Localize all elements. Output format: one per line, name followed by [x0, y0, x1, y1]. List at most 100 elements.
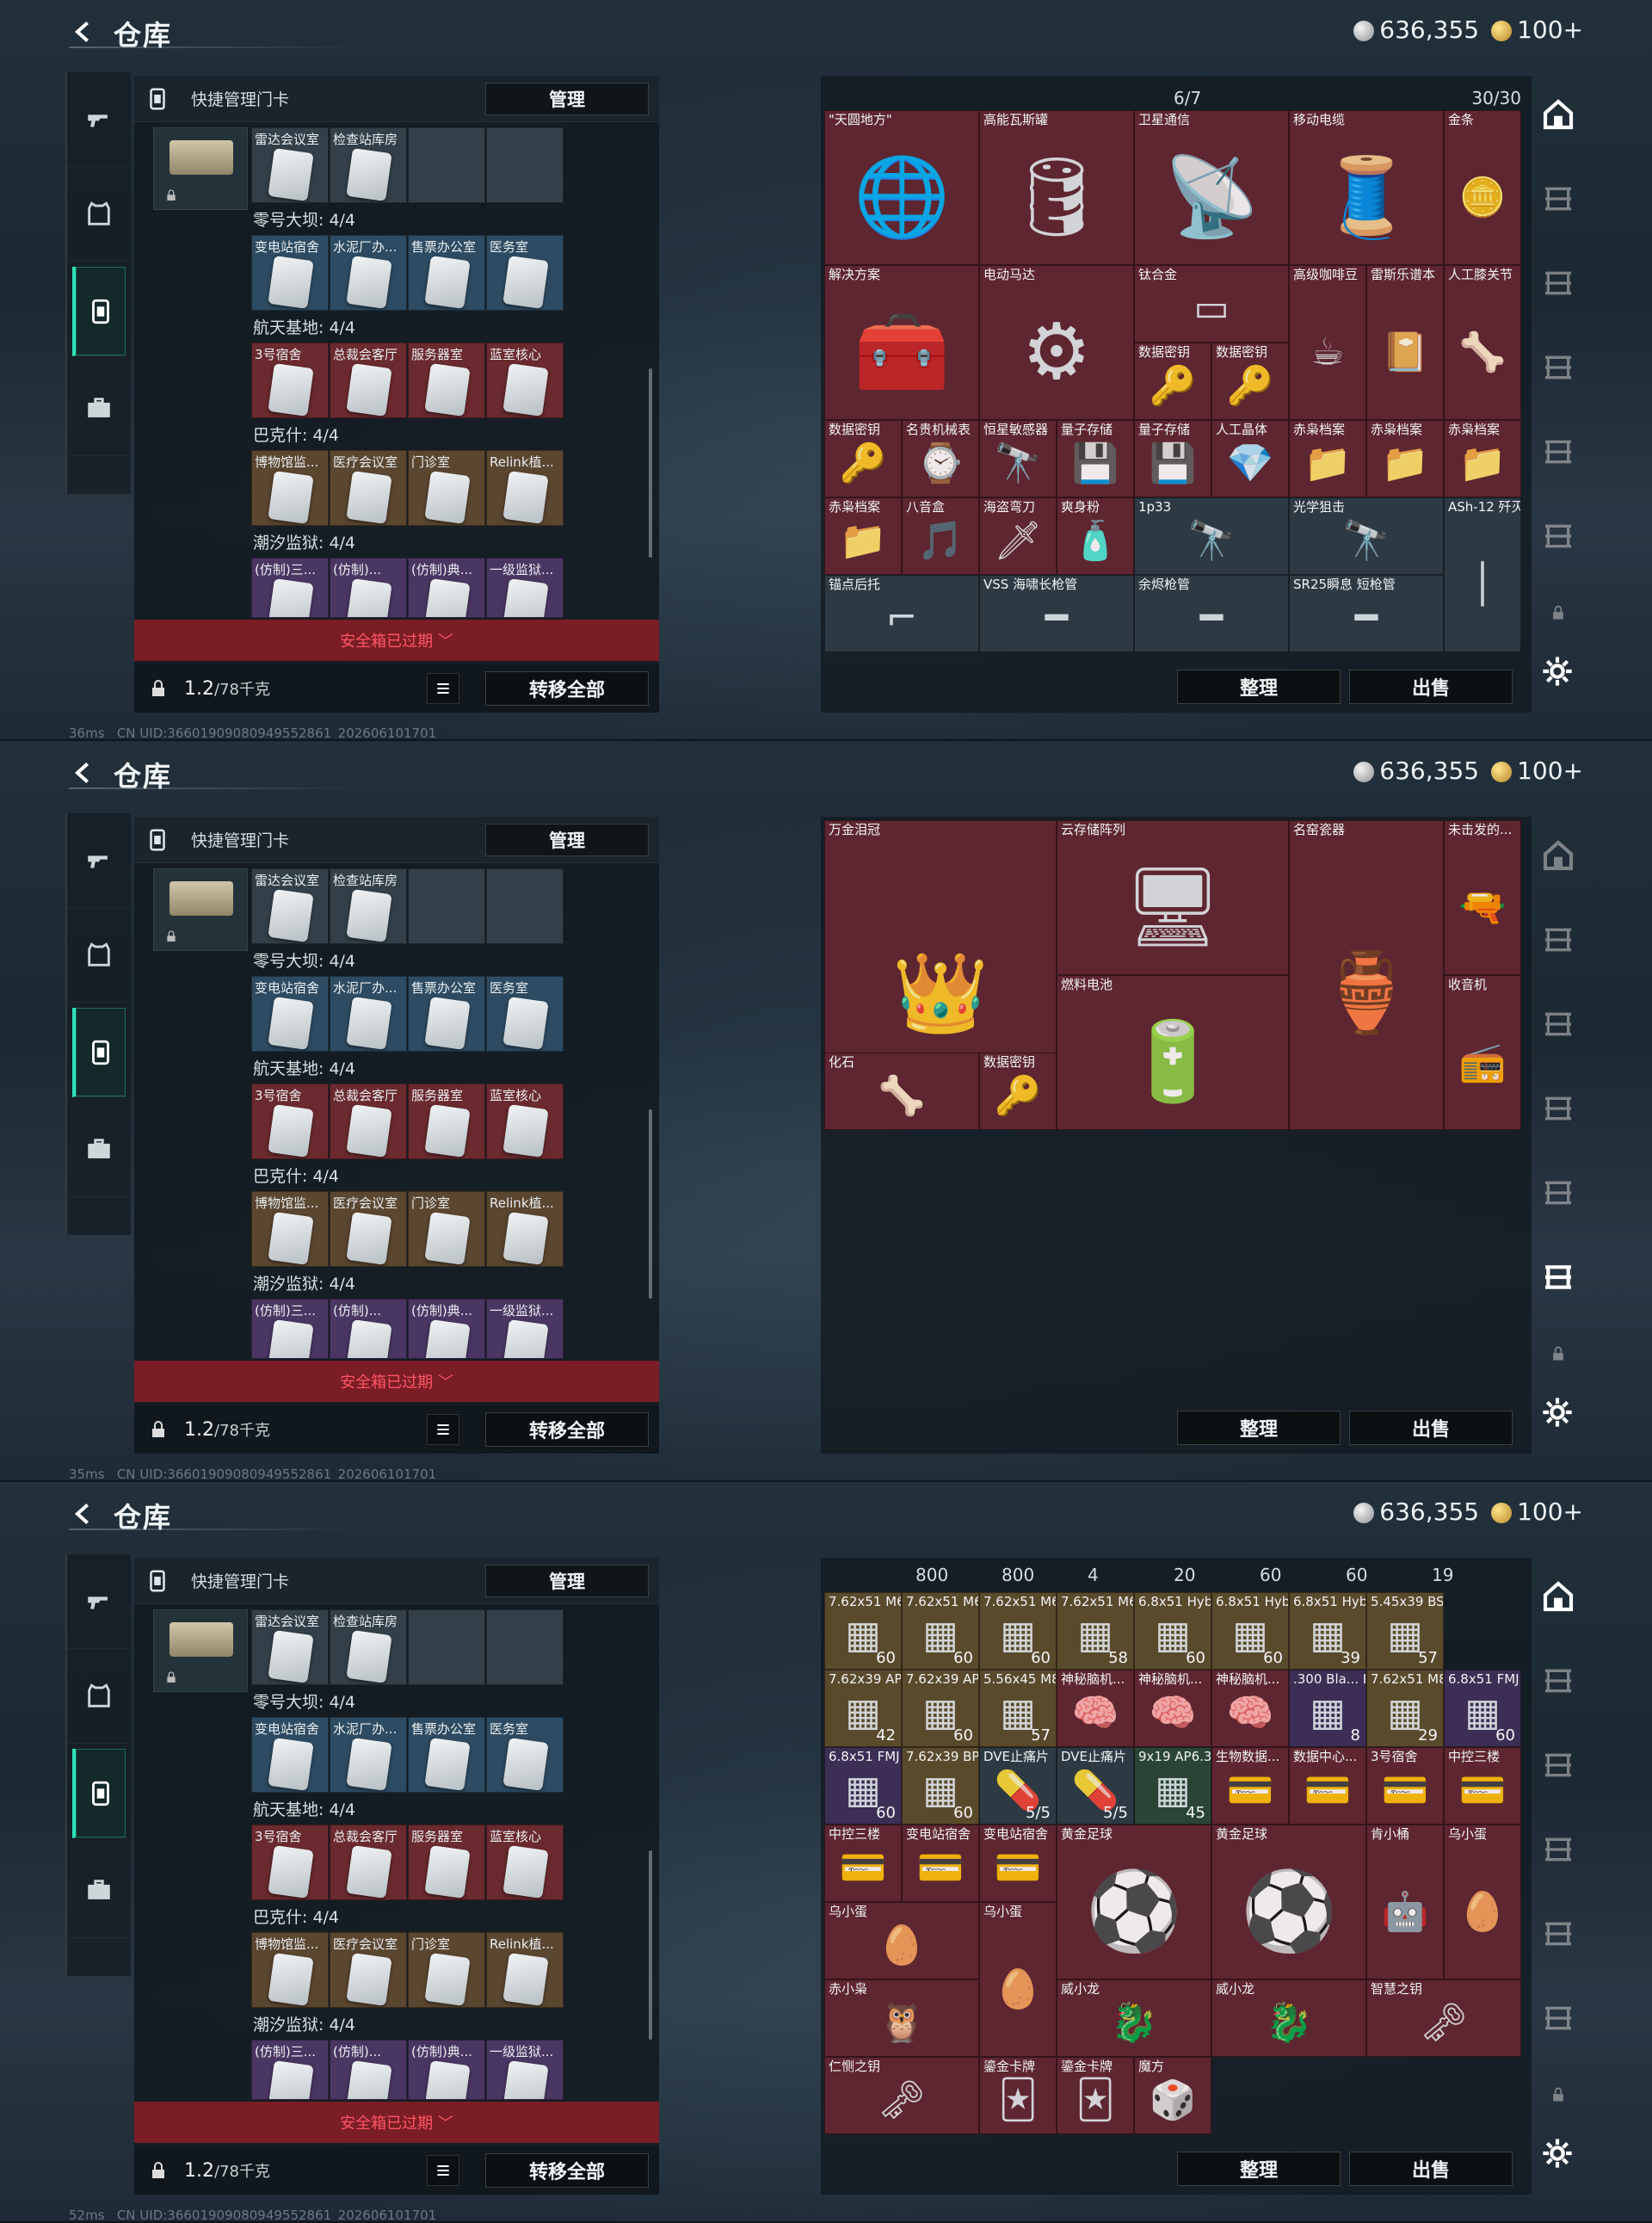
stash-item[interactable]: 🧠 神秘脑机...	[1211, 1670, 1289, 1747]
stash-item[interactable]: ▦ 7.62x39 BP 60	[902, 1747, 979, 1825]
stash-item[interactable]: 🗡 海盗弯刀	[979, 497, 1057, 575]
stash-item[interactable]: ☕ 高级咖啡豆	[1289, 265, 1366, 420]
stash-item[interactable]: 🧴 爽身粉	[1057, 497, 1134, 575]
stash-item[interactable]: 🦴 化石	[824, 1053, 979, 1130]
stash-tab[interactable]	[1533, 174, 1583, 224]
stash-item[interactable]: ▦ 9x19 AP6.3 45	[1134, 1747, 1211, 1825]
keycard-slot[interactable]: 医疗会议室	[330, 1191, 407, 1267]
keycard-case-slot[interactable]	[153, 868, 248, 951]
stash-item[interactable]: ▦6.8x51 Hybrid60	[1134, 1592, 1211, 1670]
list-view-button[interactable]	[427, 1414, 459, 1445]
gold-currency[interactable]: 100+	[1491, 15, 1583, 44]
stash-item[interactable]: 🧵 移动电缆	[1289, 110, 1444, 265]
rail-keycard[interactable]	[72, 1008, 126, 1097]
rail-armor[interactable]	[67, 908, 131, 1003]
keycard-slot-empty[interactable]	[486, 127, 564, 203]
stash-item[interactable]: ▦6.8x51 Hybrid60	[1211, 1592, 1289, 1670]
stash-tab-active[interactable]	[1533, 1252, 1583, 1302]
stash-item[interactable]: 🤖 肯小桶	[1366, 1825, 1444, 1979]
keycard-slot[interactable]: 医务室	[486, 976, 564, 1052]
rail-keycard[interactable]	[72, 1749, 126, 1838]
stash-item[interactable]: ⚙ 电动马达	[979, 265, 1134, 420]
keycard-slot[interactable]: 变电站宿舍	[251, 235, 329, 311]
keycard-slot[interactable]: (仿制)...	[330, 1299, 407, 1359]
stash-item[interactable]: ▦7.62x51 M6260	[824, 1592, 902, 1670]
rail-case[interactable]	[67, 1843, 131, 1938]
scrollbar[interactable]	[649, 1850, 652, 2040]
stash-tab[interactable]	[1533, 1740, 1583, 1790]
keycard-slot[interactable]: 水泥厂办...	[330, 235, 407, 311]
keycard-slot[interactable]: 总裁会客厅	[330, 1084, 407, 1159]
stash-item[interactable]: ⌚ 名贵机械表	[902, 420, 979, 497]
stash-tab-locked[interactable]	[1533, 1337, 1583, 1371]
stash-item[interactable]: 🏺 名窑瓷器	[1289, 820, 1444, 1130]
stash-item[interactable]: ▦7.62x51 M6258	[1057, 1592, 1134, 1670]
back-button[interactable]	[69, 17, 98, 46]
safebox-expired-banner[interactable]: 安全箱已过期 ﹀	[134, 2102, 659, 2143]
keycard-slot[interactable]: 雷达会议室	[251, 1609, 329, 1685]
keycard-slot[interactable]: 检查站库房	[330, 127, 407, 203]
keycard-slot[interactable]: 一级监狱...	[486, 558, 564, 618]
stash-tab[interactable]	[1533, 258, 1583, 308]
stash-item[interactable]: ▦7.62x51 M6260	[979, 1592, 1057, 1670]
stash-item[interactable]: 📡 卫星通信	[1134, 110, 1289, 265]
stash-item[interactable]: 🐉 威小龙	[1057, 1979, 1211, 2057]
keycard-slot[interactable]: 服务器室	[408, 343, 485, 418]
sell-button[interactable]: 出售	[1349, 2152, 1513, 2186]
stash-item[interactable]: 💳 中控三楼	[824, 1825, 902, 1902]
sort-button[interactable]: 整理	[1177, 1411, 1341, 1445]
keycard-slot[interactable]: 售票办公室	[408, 1717, 485, 1793]
safebox-expired-banner[interactable]: 安全箱已过期 ﹀	[134, 1361, 659, 1402]
rail-armor[interactable]	[67, 167, 131, 262]
stash-item[interactable]: 🔑 数据密钥	[824, 420, 902, 497]
stash-item[interactable]: 🎵 八音盒	[902, 497, 979, 575]
stash-item[interactable]: 🗝 智慧之钥	[1366, 1979, 1521, 2057]
stash-item[interactable]: ▦ 7.62x39 AP 42	[824, 1670, 902, 1747]
stash-item[interactable]: 🗝 仁恻之钥	[824, 2057, 979, 2134]
stash-item[interactable]: ▦7.62x51 M8029	[1366, 1670, 1444, 1747]
rail-case[interactable]	[67, 1102, 131, 1197]
keycard-slot[interactable]: 博物馆监...	[251, 1932, 329, 2008]
stash-tab[interactable]	[1533, 999, 1583, 1049]
stash-tab[interactable]	[1533, 915, 1583, 965]
stash-item[interactable]: 🛢 高能瓦斯罐	[979, 110, 1134, 265]
back-button[interactable]	[69, 758, 98, 787]
keycard-slot[interactable]: 3号宿舍	[251, 1825, 329, 1900]
keycard-slot[interactable]: 医务室	[486, 235, 564, 311]
keycard-slot-empty[interactable]	[408, 1609, 485, 1685]
keycard-slot[interactable]: 总裁会客厅	[330, 1825, 407, 1900]
keycard-slot-empty[interactable]	[486, 868, 564, 944]
stash-item[interactable]: 💳 变电站宿舍	[979, 1825, 1057, 1902]
stash-item[interactable]: 🃏 鎏金卡牌	[979, 2057, 1057, 2134]
rail-weapon[interactable]	[67, 1554, 131, 1649]
stash-item[interactable]: 🥚 乌小蛋	[824, 1902, 979, 1979]
scrollbar[interactable]	[649, 368, 652, 558]
keycard-slot[interactable]: 医疗会议室	[330, 1932, 407, 2008]
keycard-slot[interactable]: 变电站宿舍	[251, 976, 329, 1052]
keycard-slot[interactable]: Relink植...	[486, 450, 564, 526]
stash-item[interactable]: 🥚 乌小蛋	[979, 1902, 1057, 2057]
list-view-button[interactable]	[427, 673, 459, 704]
keycard-slot[interactable]: 售票办公室	[408, 235, 485, 311]
stash-item[interactable]: ━ SR25瞬息 短枪管	[1289, 575, 1444, 652]
safebox-expired-banner[interactable]: 安全箱已过期 ﹀	[134, 620, 659, 661]
manage-button[interactable]: 管理	[485, 83, 649, 115]
keycard-slot[interactable]: 门诊室	[408, 1191, 485, 1267]
stash-item[interactable]: 💳 生物数据...	[1211, 1747, 1289, 1825]
stash-item[interactable]: 🧰 解决方案	[824, 265, 979, 420]
stash-item[interactable]: ▦5.56x45 M85557	[979, 1670, 1057, 1747]
stash-item[interactable]: 📻 收音机	[1444, 975, 1521, 1130]
stash-item[interactable]: 🔑 数据密钥	[1134, 343, 1211, 420]
stash-tab-main[interactable]	[1533, 90, 1583, 139]
stash-tab[interactable]	[1533, 343, 1583, 392]
stash-item[interactable]: 🔑 数据密钥	[979, 1053, 1057, 1130]
keycard-slot[interactable]: 一级监狱...	[486, 2040, 564, 2100]
stash-item[interactable]: ▦6.8x51 Hybrid39	[1289, 1592, 1366, 1670]
keycard-case-slot[interactable]	[153, 1609, 248, 1692]
manage-button[interactable]: 管理	[485, 1565, 649, 1597]
manage-button[interactable]: 管理	[485, 824, 649, 856]
stash-item[interactable]: 💳 3号宿舍	[1366, 1747, 1444, 1825]
stash-tab[interactable]	[1533, 1909, 1583, 1959]
keycard-slot[interactable]: 检查站库房	[330, 1609, 407, 1685]
sell-button[interactable]: 出售	[1349, 670, 1513, 704]
